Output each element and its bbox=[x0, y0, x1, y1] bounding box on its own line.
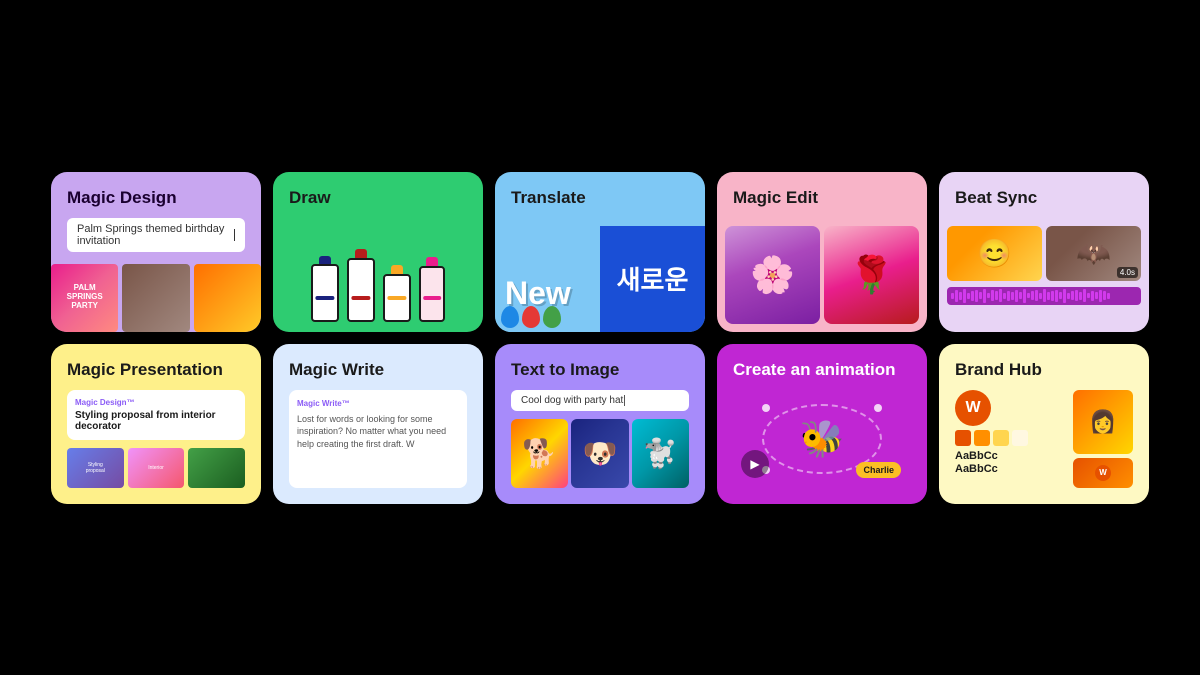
edit-rose-image: 🌹 bbox=[824, 226, 919, 324]
person-emoji-1: 😊 bbox=[977, 237, 1012, 270]
design-preview-1: PALMSPRINGSPARTY bbox=[51, 264, 118, 332]
magic-pres-proposal: Styling proposal from interior decorator bbox=[75, 410, 237, 432]
slide-text-1: Stylingproposal bbox=[84, 460, 107, 476]
design-preview-3 bbox=[194, 264, 261, 332]
magic-design-card[interactable]: Magic Design Palm Springs themed birthda… bbox=[51, 172, 261, 332]
brand-hub-image-top: 👩 bbox=[1073, 390, 1133, 454]
translate-left: New bbox=[495, 226, 600, 332]
animation-preview: 🐝 ▶ Charlie bbox=[733, 390, 911, 488]
bottle-pink bbox=[419, 257, 445, 322]
feature-grid: Magic Design Palm Springs themed birthda… bbox=[31, 152, 1169, 524]
tti-image-2: 🐶 bbox=[571, 419, 628, 488]
color-swatch-1 bbox=[955, 430, 971, 446]
beat-sync-videos: 😊 🦇 4.0s bbox=[939, 226, 1149, 281]
brand-colors bbox=[955, 430, 1067, 446]
path-dot-tr bbox=[874, 404, 882, 412]
person-emoji-2: 🦇 bbox=[1076, 237, 1111, 270]
brand-hub-content: W AaBbCcAaBbCc 👩 W bbox=[955, 390, 1133, 488]
cursor bbox=[234, 229, 235, 241]
translate-title: Translate bbox=[495, 172, 705, 216]
translate-korean-text: 새로운 bbox=[617, 260, 689, 297]
brand-logo-letter: W bbox=[965, 399, 980, 417]
bottle-red bbox=[347, 249, 375, 322]
beat-waveform bbox=[947, 287, 1141, 305]
brand-typography: AaBbCcAaBbCc bbox=[955, 450, 1067, 476]
slide-text-2: Interior bbox=[146, 463, 166, 473]
brand-hub-right: 👩 W bbox=[1073, 390, 1133, 488]
draw-card[interactable]: Draw bbox=[273, 172, 483, 332]
tti-image-1: 🐕 bbox=[511, 419, 568, 488]
magic-presentation-content: Magic Design™ Styling proposal from inte… bbox=[67, 390, 245, 440]
beat-video-2: 🦇 4.0s bbox=[1046, 226, 1141, 281]
slide-thumb-1: Stylingproposal bbox=[67, 448, 124, 488]
magic-write-box: Magic Write™ Lost for words or looking f… bbox=[289, 390, 467, 488]
brand-person-emoji: 👩 bbox=[1089, 409, 1116, 435]
brand-hub-left: W AaBbCcAaBbCc bbox=[955, 390, 1067, 488]
brand-hub-card[interactable]: Brand Hub W AaBbCcAaBbCc 👩 W bbox=[939, 344, 1149, 504]
magic-write-text: Lost for words or looking for some inspi… bbox=[297, 413, 459, 451]
magic-design-input-text: Palm Springs themed birthday invitation bbox=[77, 223, 230, 247]
dog-emoji-1: 🐕 bbox=[522, 437, 557, 470]
anim-bee-container: 🐝 bbox=[800, 418, 845, 460]
magic-edit-card[interactable]: Magic Edit 🌸 🌹 bbox=[717, 172, 927, 332]
bottle-blue bbox=[311, 256, 339, 322]
color-swatch-3 bbox=[993, 430, 1009, 446]
color-swatch-4 bbox=[1012, 430, 1028, 446]
magic-design-input[interactable]: Palm Springs themed birthday invitation bbox=[67, 218, 245, 252]
beat-sync-title: Beat Sync bbox=[939, 172, 1149, 216]
tti-images: 🐕 🐶 🐩 bbox=[511, 419, 689, 488]
slide-thumb-3 bbox=[188, 448, 245, 488]
anim-play-button[interactable]: ▶ bbox=[741, 450, 769, 478]
magic-pres-slides: Stylingproposal Interior bbox=[67, 448, 245, 488]
magic-write-badge: Magic Write™ bbox=[297, 398, 459, 409]
dog-emoji-2: 🐶 bbox=[583, 437, 618, 470]
draw-bottles bbox=[273, 226, 483, 332]
create-animation-title: Create an animation bbox=[733, 360, 911, 380]
brand-hub-image-bottom: W bbox=[1073, 458, 1133, 488]
tti-input-text: Cool dog with party hat bbox=[521, 395, 623, 406]
text-to-image-card[interactable]: Text to Image Cool dog with party hat 🐕 … bbox=[495, 344, 705, 504]
charlie-label: Charlie bbox=[856, 462, 901, 478]
translate-preview: New 새로운 bbox=[495, 226, 705, 332]
color-swatch-2 bbox=[974, 430, 990, 446]
magic-edit-images: 🌸 🌹 bbox=[717, 226, 927, 332]
tti-input[interactable]: Cool dog with party hat bbox=[511, 390, 689, 411]
beat-video-1: 😊 bbox=[947, 226, 1042, 281]
magic-write-card[interactable]: Magic Write Magic Write™ Lost for words … bbox=[273, 344, 483, 504]
palm-text: PALMSPRINGSPARTY bbox=[63, 280, 107, 314]
brand-logo: W bbox=[955, 390, 991, 426]
magic-design-images: PALMSPRINGSPARTY bbox=[51, 264, 261, 332]
play-icon: ▶ bbox=[750, 457, 759, 471]
magic-presentation-title: Magic Presentation bbox=[67, 360, 245, 380]
magic-edit-title: Magic Edit bbox=[717, 172, 927, 216]
edit-flower-image: 🌸 bbox=[725, 226, 820, 324]
create-animation-card[interactable]: Create an animation 🐝 ▶ Charlie bbox=[717, 344, 927, 504]
magic-design-title: Magic Design bbox=[67, 188, 245, 208]
brand-hub-title: Brand Hub bbox=[955, 360, 1133, 380]
path-dot-tl bbox=[762, 404, 770, 412]
slide-thumb-2: Interior bbox=[128, 448, 185, 488]
magic-pres-badge: Magic Design™ bbox=[75, 398, 237, 407]
magic-presentation-card[interactable]: Magic Presentation Magic Design™ Styling… bbox=[51, 344, 261, 504]
magic-write-title: Magic Write bbox=[289, 360, 467, 380]
beat-sync-card[interactable]: Beat Sync 😊 🦇 4.0s bbox=[939, 172, 1149, 332]
rose-emoji: 🌹 bbox=[849, 254, 894, 296]
dog-emoji-3: 🐩 bbox=[643, 437, 678, 470]
translate-card[interactable]: Translate New 새로운 bbox=[495, 172, 705, 332]
tti-image-3: 🐩 bbox=[632, 419, 689, 488]
design-preview-2 bbox=[122, 264, 189, 332]
text-to-image-title: Text to Image bbox=[511, 360, 689, 380]
translate-right: 새로운 bbox=[600, 226, 705, 332]
tti-cursor bbox=[624, 395, 625, 406]
brand-logo-small: W bbox=[1095, 465, 1111, 481]
beat-duration: 4.0s bbox=[1117, 267, 1138, 278]
flower-emoji: 🌸 bbox=[750, 254, 795, 296]
bottle-yellow bbox=[383, 265, 411, 322]
draw-title: Draw bbox=[273, 172, 483, 216]
